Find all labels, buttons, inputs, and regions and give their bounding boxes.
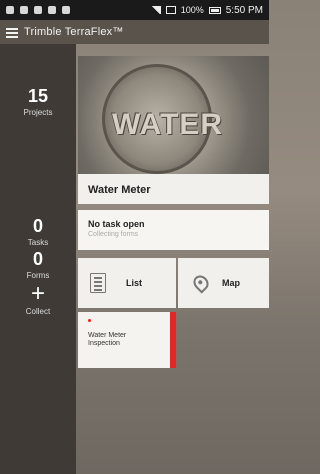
notification-icon (62, 6, 70, 14)
notification-icon (20, 6, 28, 14)
tasks-count: 0 (32, 216, 43, 236)
plus-icon: + (30, 280, 45, 307)
project-image[interactable]: WATER (78, 56, 269, 174)
signal-icon (165, 6, 176, 14)
sidebar-item-tasks[interactable]: 0 Tasks (0, 217, 76, 247)
project-image-text: WATER (112, 108, 224, 141)
menu-icon[interactable] (6, 27, 18, 38)
sidebar-item-projects[interactable]: 15 Projects (0, 87, 76, 117)
map-label: Map (222, 278, 240, 288)
notification-icons (6, 6, 70, 14)
tasks-label: Tasks (27, 238, 49, 247)
projects-label: Projects (23, 108, 53, 117)
forms-count: 0 (32, 249, 43, 269)
list-icon (90, 273, 106, 293)
task-card[interactable]: No task open Collecting forms (78, 210, 269, 250)
form-name: Water Meter Inspection (88, 332, 127, 347)
app-title: Trimble TerraFlex™ (24, 26, 124, 38)
collect-label: Collect (25, 307, 51, 316)
battery-percent: 100% (180, 5, 204, 15)
wifi-icon (151, 6, 161, 14)
notification-icon (48, 6, 56, 14)
battery-icon (208, 6, 221, 14)
project-name[interactable]: Water Meter (78, 174, 269, 204)
notification-icon (6, 6, 14, 14)
task-subtitle: Collecting forms (88, 231, 139, 238)
list-label: List (126, 278, 143, 288)
sidebar-item-forms[interactable]: 0 Forms (0, 250, 76, 280)
sidebar-item-collect[interactable]: + Collect (0, 280, 76, 317)
notification-icon (34, 6, 42, 14)
app-bar: Trimble TerraFlex™ (0, 20, 269, 44)
list-button[interactable]: List (78, 258, 176, 308)
clock: 5:50 PM (225, 4, 263, 16)
projects-count: 15 (27, 86, 49, 106)
form-color-stripe (170, 312, 176, 368)
task-title: No task open (88, 219, 145, 229)
map-pin-icon (190, 272, 212, 294)
map-button[interactable]: Map (178, 258, 269, 308)
form-indicator-dot (88, 319, 91, 322)
form-tile[interactable]: Water Meter Inspection (78, 312, 176, 368)
forms-label: Forms (26, 271, 50, 280)
sidebar: 15 Projects 0 Tasks 0 Forms + Collect (0, 44, 76, 474)
status-bar: 100% 5:50 PM (0, 0, 269, 20)
